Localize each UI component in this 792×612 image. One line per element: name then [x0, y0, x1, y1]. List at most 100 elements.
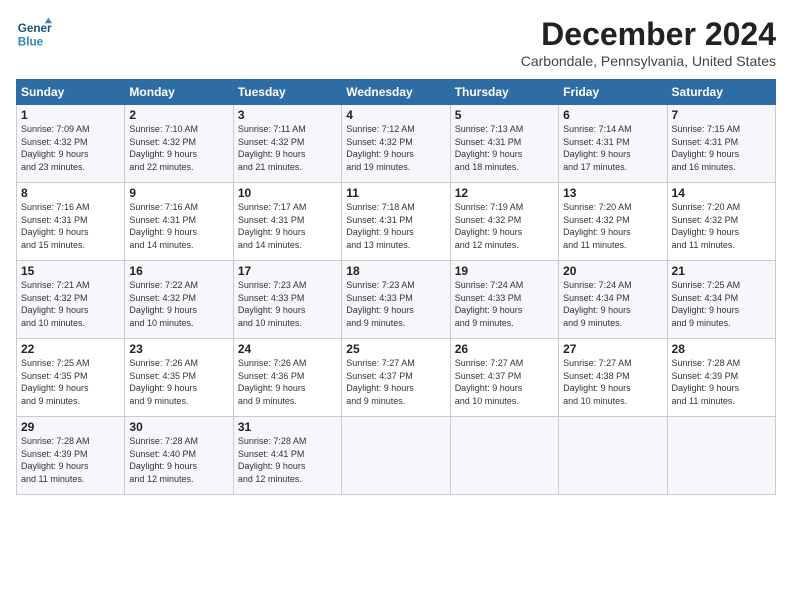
- calendar-cell: 31Sunrise: 7:28 AM Sunset: 4:41 PM Dayli…: [233, 417, 341, 495]
- calendar-week-2: 8Sunrise: 7:16 AM Sunset: 4:31 PM Daylig…: [17, 183, 776, 261]
- calendar-cell: 25Sunrise: 7:27 AM Sunset: 4:37 PM Dayli…: [342, 339, 450, 417]
- calendar-cell: 12Sunrise: 7:19 AM Sunset: 4:32 PM Dayli…: [450, 183, 558, 261]
- calendar-cell: [667, 417, 775, 495]
- day-number: 17: [238, 264, 337, 278]
- calendar-cell: [559, 417, 667, 495]
- title-block: December 2024 Carbondale, Pennsylvania, …: [521, 16, 776, 69]
- day-number: 21: [672, 264, 771, 278]
- day-info: Sunrise: 7:21 AM Sunset: 4:32 PM Dayligh…: [21, 279, 120, 329]
- col-wednesday: Wednesday: [342, 80, 450, 105]
- day-info: Sunrise: 7:27 AM Sunset: 4:38 PM Dayligh…: [563, 357, 662, 407]
- calendar-cell: 11Sunrise: 7:18 AM Sunset: 4:31 PM Dayli…: [342, 183, 450, 261]
- day-info: Sunrise: 7:24 AM Sunset: 4:33 PM Dayligh…: [455, 279, 554, 329]
- calendar-cell: 13Sunrise: 7:20 AM Sunset: 4:32 PM Dayli…: [559, 183, 667, 261]
- calendar-cell: 22Sunrise: 7:25 AM Sunset: 4:35 PM Dayli…: [17, 339, 125, 417]
- calendar-cell: 8Sunrise: 7:16 AM Sunset: 4:31 PM Daylig…: [17, 183, 125, 261]
- day-number: 24: [238, 342, 337, 356]
- day-number: 12: [455, 186, 554, 200]
- calendar-cell: 14Sunrise: 7:20 AM Sunset: 4:32 PM Dayli…: [667, 183, 775, 261]
- day-info: Sunrise: 7:26 AM Sunset: 4:35 PM Dayligh…: [129, 357, 228, 407]
- day-number: 15: [21, 264, 120, 278]
- calendar-cell: 23Sunrise: 7:26 AM Sunset: 4:35 PM Dayli…: [125, 339, 233, 417]
- calendar-week-5: 29Sunrise: 7:28 AM Sunset: 4:39 PM Dayli…: [17, 417, 776, 495]
- calendar-cell: 21Sunrise: 7:25 AM Sunset: 4:34 PM Dayli…: [667, 261, 775, 339]
- day-number: 10: [238, 186, 337, 200]
- day-info: Sunrise: 7:25 AM Sunset: 4:35 PM Dayligh…: [21, 357, 120, 407]
- day-number: 4: [346, 108, 445, 122]
- day-number: 31: [238, 420, 337, 434]
- col-tuesday: Tuesday: [233, 80, 341, 105]
- day-info: Sunrise: 7:27 AM Sunset: 4:37 PM Dayligh…: [455, 357, 554, 407]
- day-number: 5: [455, 108, 554, 122]
- day-number: 25: [346, 342, 445, 356]
- day-info: Sunrise: 7:22 AM Sunset: 4:32 PM Dayligh…: [129, 279, 228, 329]
- day-info: Sunrise: 7:13 AM Sunset: 4:31 PM Dayligh…: [455, 123, 554, 173]
- day-number: 3: [238, 108, 337, 122]
- day-number: 7: [672, 108, 771, 122]
- calendar-cell: 30Sunrise: 7:28 AM Sunset: 4:40 PM Dayli…: [125, 417, 233, 495]
- location: Carbondale, Pennsylvania, United States: [521, 53, 776, 69]
- day-info: Sunrise: 7:28 AM Sunset: 4:41 PM Dayligh…: [238, 435, 337, 485]
- calendar-cell: 4Sunrise: 7:12 AM Sunset: 4:32 PM Daylig…: [342, 105, 450, 183]
- calendar-body: 1Sunrise: 7:09 AM Sunset: 4:32 PM Daylig…: [17, 105, 776, 495]
- day-number: 18: [346, 264, 445, 278]
- day-info: Sunrise: 7:17 AM Sunset: 4:31 PM Dayligh…: [238, 201, 337, 251]
- calendar-week-3: 15Sunrise: 7:21 AM Sunset: 4:32 PM Dayli…: [17, 261, 776, 339]
- calendar-cell: 1Sunrise: 7:09 AM Sunset: 4:32 PM Daylig…: [17, 105, 125, 183]
- header-row: Sunday Monday Tuesday Wednesday Thursday…: [17, 80, 776, 105]
- day-number: 14: [672, 186, 771, 200]
- day-info: Sunrise: 7:11 AM Sunset: 4:32 PM Dayligh…: [238, 123, 337, 173]
- day-info: Sunrise: 7:28 AM Sunset: 4:40 PM Dayligh…: [129, 435, 228, 485]
- day-number: 11: [346, 186, 445, 200]
- calendar-cell: [342, 417, 450, 495]
- calendar-cell: [450, 417, 558, 495]
- day-number: 1: [21, 108, 120, 122]
- day-info: Sunrise: 7:24 AM Sunset: 4:34 PM Dayligh…: [563, 279, 662, 329]
- day-info: Sunrise: 7:16 AM Sunset: 4:31 PM Dayligh…: [21, 201, 120, 251]
- month-title: December 2024: [521, 16, 776, 53]
- day-number: 30: [129, 420, 228, 434]
- day-number: 8: [21, 186, 120, 200]
- day-number: 9: [129, 186, 228, 200]
- page-container: General Blue December 2024 Carbondale, P…: [0, 0, 792, 503]
- day-number: 26: [455, 342, 554, 356]
- col-thursday: Thursday: [450, 80, 558, 105]
- calendar-cell: 26Sunrise: 7:27 AM Sunset: 4:37 PM Dayli…: [450, 339, 558, 417]
- day-number: 19: [455, 264, 554, 278]
- col-saturday: Saturday: [667, 80, 775, 105]
- day-number: 22: [21, 342, 120, 356]
- calendar-week-4: 22Sunrise: 7:25 AM Sunset: 4:35 PM Dayli…: [17, 339, 776, 417]
- day-number: 28: [672, 342, 771, 356]
- logo-icon: General Blue: [16, 16, 52, 52]
- day-info: Sunrise: 7:25 AM Sunset: 4:34 PM Dayligh…: [672, 279, 771, 329]
- calendar-cell: 6Sunrise: 7:14 AM Sunset: 4:31 PM Daylig…: [559, 105, 667, 183]
- calendar-cell: 18Sunrise: 7:23 AM Sunset: 4:33 PM Dayli…: [342, 261, 450, 339]
- calendar-table: Sunday Monday Tuesday Wednesday Thursday…: [16, 79, 776, 495]
- day-info: Sunrise: 7:12 AM Sunset: 4:32 PM Dayligh…: [346, 123, 445, 173]
- day-number: 2: [129, 108, 228, 122]
- day-info: Sunrise: 7:14 AM Sunset: 4:31 PM Dayligh…: [563, 123, 662, 173]
- calendar-cell: 24Sunrise: 7:26 AM Sunset: 4:36 PM Dayli…: [233, 339, 341, 417]
- day-info: Sunrise: 7:20 AM Sunset: 4:32 PM Dayligh…: [672, 201, 771, 251]
- day-info: Sunrise: 7:09 AM Sunset: 4:32 PM Dayligh…: [21, 123, 120, 173]
- day-info: Sunrise: 7:19 AM Sunset: 4:32 PM Dayligh…: [455, 201, 554, 251]
- calendar-cell: 15Sunrise: 7:21 AM Sunset: 4:32 PM Dayli…: [17, 261, 125, 339]
- col-friday: Friday: [559, 80, 667, 105]
- day-number: 23: [129, 342, 228, 356]
- calendar-cell: 2Sunrise: 7:10 AM Sunset: 4:32 PM Daylig…: [125, 105, 233, 183]
- svg-text:General: General: [18, 22, 52, 35]
- calendar-cell: 16Sunrise: 7:22 AM Sunset: 4:32 PM Dayli…: [125, 261, 233, 339]
- day-info: Sunrise: 7:23 AM Sunset: 4:33 PM Dayligh…: [238, 279, 337, 329]
- calendar-cell: 29Sunrise: 7:28 AM Sunset: 4:39 PM Dayli…: [17, 417, 125, 495]
- logo: General Blue: [16, 16, 56, 52]
- header: General Blue December 2024 Carbondale, P…: [16, 16, 776, 69]
- col-sunday: Sunday: [17, 80, 125, 105]
- calendar-week-1: 1Sunrise: 7:09 AM Sunset: 4:32 PM Daylig…: [17, 105, 776, 183]
- day-number: 29: [21, 420, 120, 434]
- day-info: Sunrise: 7:15 AM Sunset: 4:31 PM Dayligh…: [672, 123, 771, 173]
- day-info: Sunrise: 7:26 AM Sunset: 4:36 PM Dayligh…: [238, 357, 337, 407]
- day-info: Sunrise: 7:18 AM Sunset: 4:31 PM Dayligh…: [346, 201, 445, 251]
- day-number: 6: [563, 108, 662, 122]
- day-number: 20: [563, 264, 662, 278]
- calendar-cell: 17Sunrise: 7:23 AM Sunset: 4:33 PM Dayli…: [233, 261, 341, 339]
